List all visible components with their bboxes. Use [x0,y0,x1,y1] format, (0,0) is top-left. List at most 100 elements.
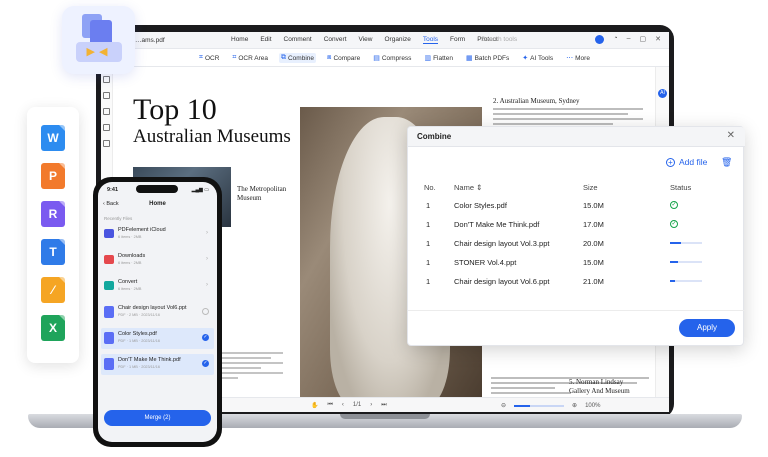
comment-icon[interactable] [103,108,110,115]
doc-title-line1: Top 10 [133,93,217,126]
zoom-slider[interactable] [514,404,565,407]
powerpoint-icon: P [41,163,65,189]
tool-label: OCR [204,54,220,62]
phone-file-item[interactable]: Don'T Make Me Think.pdf PDF · 1 MB · 2023… [101,354,214,375]
menu-item-form[interactable]: Form [450,36,465,44]
file-name: Chair design layout Vol.6.ppt [454,277,550,286]
file-row[interactable]: 1 STONER Vol.4.ppt 15.0M [408,252,745,272]
next-page-icon[interactable]: › [370,402,372,409]
folder-icon [104,281,114,290]
thumbnail-icon[interactable] [103,76,110,83]
tool-ai-tools[interactable]: ✦ AI Tools [520,53,555,63]
file-format-panel: W P R T ⁄ X [27,107,79,363]
col-header-status: Status [670,183,692,192]
bell-icon[interactable]: ◔ [613,35,617,44]
menu-item-convert[interactable]: Convert [324,36,347,44]
back-button[interactable]: ‹ Back [103,201,119,207]
more-icon: ⋯ [566,55,574,62]
combine-dialog: Combine ✕ + Add file 🗑 No. Name ⇕ Size S… [407,126,745,346]
phone-time: 9:41 [107,187,119,193]
prev-page-icon[interactable]: ‹ [342,402,344,409]
ocr-area-icon: ⌗ [232,54,237,61]
phone-file-item[interactable]: Chair design layout Vol6.ppt PDF · 2 MB ·… [101,302,214,323]
phone-screen: 9:41 ▂▄▆ ▭ Home ‹ Back Recently Files PD… [98,182,217,442]
compress-icon: ▤ [373,55,380,62]
add-file-label: Add file [679,157,708,167]
tool-ocr[interactable]: ⌗ OCR [197,53,221,63]
select-circle[interactable] [202,308,209,315]
phone-folder-item[interactable]: PDFelement iCloud 6 items · 2MB › [101,224,214,245]
add-file-button[interactable]: + Add file [666,157,707,167]
zoom-controls: ⊖ ⊕ 100% [501,402,600,410]
close-icon[interactable]: ✕ [727,130,735,141]
close-icon[interactable]: ✕ [655,35,661,44]
file-size: 15.0M [583,201,604,210]
file-row[interactable]: 1 Color Styles.pdf 15.0M ✓ [408,195,745,215]
dialog-divider [408,310,745,311]
selected-check-icon[interactable]: ✓ [202,360,209,367]
item-name: Color Styles.pdf [118,331,157,337]
check-circle-icon: ✓ [670,220,678,228]
menu-item-comment[interactable]: Comment [284,36,312,44]
menu-item-home[interactable]: Home [231,36,248,44]
chevron-right-icon: › [206,282,208,288]
merge-button[interactable]: Merge (2) [104,410,211,426]
minimize-icon[interactable]: – [627,35,631,44]
file-row[interactable]: 1 Chair design layout Vol.3.ppt 20.0M [408,233,745,253]
file-no: 1 [426,201,431,210]
main-menu: Home Edit Comment Convert View Organize Tools F… [231,36,498,44]
first-page-icon[interactable]: ⏮ [327,402,332,409]
selected-check-icon[interactable]: ✓ [202,334,209,341]
phone-folder-item[interactable]: Downloads 6 items · 2MB › [101,250,214,271]
bookmark-icon[interactable] [103,92,110,99]
col-header-no: No. [424,183,436,192]
zoom-in-icon[interactable]: ⊕ [572,402,577,409]
phone-folder-item[interactable]: Convert 6 items · 2MB › [101,276,214,297]
hand-icon[interactable]: ✋ [311,402,318,409]
tool-compress[interactable]: ▤ Compress [371,53,413,63]
tool-combine[interactable]: ⧉ Combine [278,53,316,63]
tool-batch-pdfs[interactable]: ▦ Batch PDFs [464,53,511,63]
doc-title-line2: Australian Museums [133,126,291,147]
doc-body-text-right [491,377,571,397]
file-size: 21.0M [583,277,604,286]
file-row[interactable]: 1 Don'T Make Me Think.pdf 17.0M ✓ [408,214,745,234]
last-page-icon[interactable]: ⏭ [381,402,386,409]
maximize-icon[interactable]: ▢ [640,35,647,44]
ocr-icon: ⌗ [199,54,203,61]
attachment-icon[interactable] [103,124,110,131]
ai-assistant-icon[interactable]: AI [658,89,667,98]
menu-item-edit[interactable]: Edit [260,36,271,44]
tool-flatten[interactable]: ▥ Flatten [422,53,455,63]
col-header-name[interactable]: Name ⇕ [454,183,482,192]
tool-more[interactable]: ⋯ More [564,53,592,63]
tool-label: More [575,54,590,62]
item-name: Convert [118,279,138,285]
file-no: 1 [426,220,431,229]
menu-item-organize[interactable]: Organize [384,36,410,44]
item-name: PDFelement iCloud [118,227,166,233]
tool-compare[interactable]: ⧈ Compare [325,53,362,63]
file-row[interactable]: 1 Chair design layout Vol.6.ppt 21.0M [408,271,745,291]
search-icon[interactable] [103,140,110,147]
batch-icon: ▦ [465,55,473,62]
app-topbar: …ams.pdf Home Edit Comment Convert View Organ… [101,32,669,49]
sort-icon: ⇕ [476,183,483,192]
menu-item-view[interactable]: View [359,36,373,44]
phone-file-item[interactable]: Color Styles.pdf PDF · 1 MB · 2023/11/16 ✓ [101,328,214,349]
apply-button[interactable]: Apply [679,319,735,337]
upload-progress-bar [670,280,702,282]
zoom-out-icon[interactable]: ⊖ [501,402,506,409]
marketing-stage: …ams.pdf Home Edit Comment Convert View Organ… [0,0,768,457]
tool-ocr-area[interactable]: ⌗ OCR Area [230,53,270,63]
check-circle-icon: ✓ [670,201,678,209]
zoom-level[interactable]: 100% [585,403,600,409]
merge-arrows-icon: ▶◀ [76,42,122,62]
menu-item-tools[interactable]: Tools [422,36,439,44]
tool-label: Compress [381,54,412,62]
page-indicator[interactable]: 1/1 [353,402,361,409]
trash-icon[interactable]: 🗑 [721,157,732,168]
search-tools-input[interactable]: Search tools [481,36,517,43]
combine-app-icon: ▶◀ [62,6,135,74]
avatar[interactable] [595,35,605,44]
